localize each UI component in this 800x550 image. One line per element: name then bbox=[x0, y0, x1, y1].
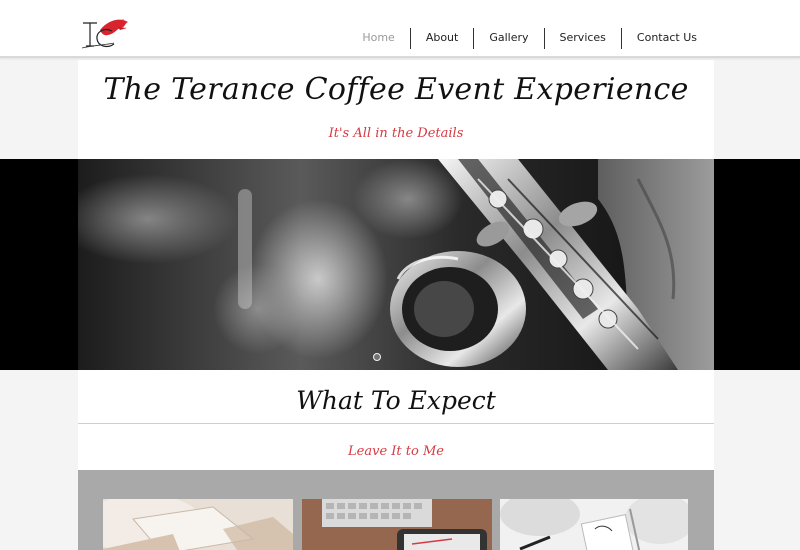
hero-slideshow[interactable] bbox=[78, 159, 714, 370]
nav-services[interactable]: Services bbox=[545, 27, 621, 49]
card-notebook[interactable] bbox=[103, 499, 293, 550]
nav-gallery[interactable]: Gallery bbox=[474, 27, 543, 49]
title-section: The Terance Coffee Event Experience It's… bbox=[78, 60, 714, 159]
table-setting-photo-icon bbox=[500, 499, 688, 550]
divider bbox=[78, 423, 714, 424]
card-keyboard[interactable] bbox=[302, 499, 492, 550]
expect-subheading: Leave It to Me bbox=[348, 444, 444, 459]
page-title: The Terance Coffee Event Experience bbox=[103, 72, 689, 107]
card-table-setting[interactable] bbox=[500, 499, 688, 550]
nav-home[interactable]: Home bbox=[347, 27, 409, 49]
expect-section: What To Expect Leave It to Me bbox=[78, 370, 714, 470]
main-navigation: Home About Gallery Services Contact Us bbox=[347, 27, 712, 49]
logo-icon[interactable] bbox=[80, 18, 132, 52]
nav-about[interactable]: About bbox=[411, 27, 474, 49]
services-cards-strip bbox=[78, 470, 714, 550]
keyboard-tablet-photo-icon bbox=[302, 499, 492, 550]
hero-band bbox=[0, 159, 800, 370]
page-subtitle: It's All in the Details bbox=[328, 126, 464, 141]
saxophone-photo-icon bbox=[78, 159, 714, 370]
expect-heading: What To Expect bbox=[296, 386, 496, 415]
nav-contact-us[interactable]: Contact Us bbox=[622, 27, 712, 49]
notebook-photo-icon bbox=[103, 499, 293, 550]
site-header: Home About Gallery Services Contact Us bbox=[0, 0, 800, 58]
slideshow-dot[interactable] bbox=[373, 353, 381, 361]
